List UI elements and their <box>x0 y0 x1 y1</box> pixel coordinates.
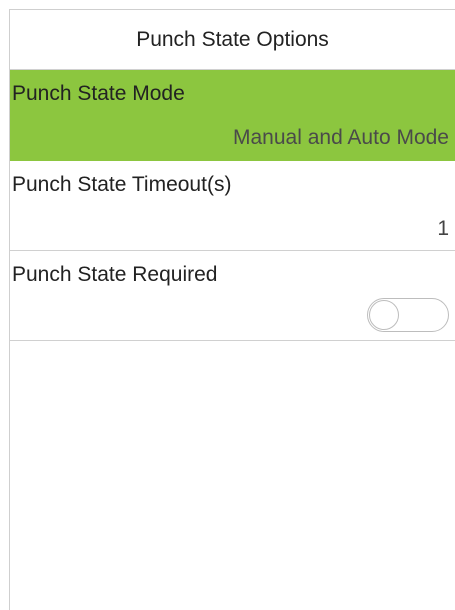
menu-item-label: Punch State Timeout(s) <box>12 173 232 196</box>
page-title: Punch State Options <box>10 10 455 70</box>
menu-item-label: Punch State Required <box>12 263 218 286</box>
menu-item-punch-state-timeout[interactable]: Punch State Timeout(s) 1 <box>10 161 455 251</box>
menu-item-label: Punch State Mode <box>12 82 185 105</box>
punch-state-required-toggle[interactable] <box>367 298 449 332</box>
menu-item-value: Manual and Auto Mode <box>233 126 449 149</box>
menu-item-punch-state-required[interactable]: Punch State Required <box>10 251 455 341</box>
toggle-knob <box>369 300 399 330</box>
device-screen: Punch State Options Punch State Mode Man… <box>9 9 455 610</box>
menu-item-value: 1 <box>437 217 449 240</box>
menu-item-punch-state-mode[interactable]: Punch State Mode Manual and Auto Mode <box>10 70 455 161</box>
